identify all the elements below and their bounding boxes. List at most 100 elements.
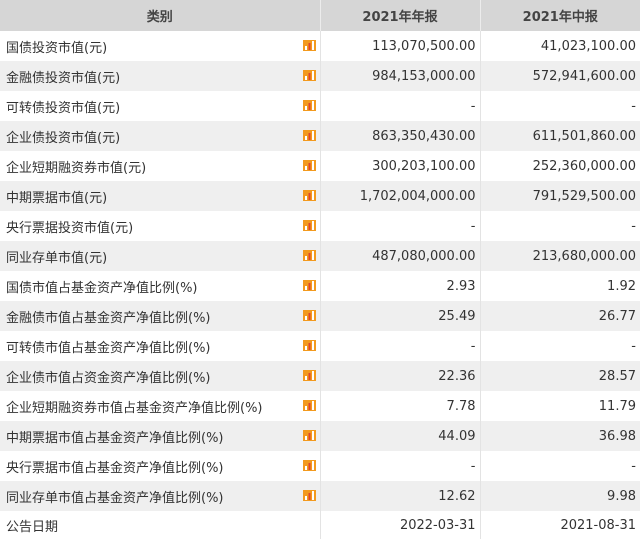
table-row: 企业债市值占资金资产净值比例(%) 22.36 28.57 [0,361,640,391]
row-category-label: 中期票据市值(元) [6,190,108,206]
row-2021-interim-value: - [480,211,640,241]
row-category-label: 同业存单市值(元) [6,250,108,266]
table-row: 同业存单市值占基金资产净值比例(%) 12.62 9.98 [0,481,640,511]
table-row: 企业短期融资券市值(元) 300,203,100.00 252,360,000.00 [0,151,640,181]
bar-chart-icon[interactable] [302,310,316,321]
bar-chart-icon[interactable] [302,430,316,441]
row-2021-annual-value: - [320,331,481,361]
row-category-cell: 中期票据市值占基金资产净值比例(%) [0,421,321,451]
row-category-cell: 央行票据市值占基金资产净值比例(%) [0,451,321,481]
row-2021-annual-value: 863,350,430.00 [320,121,481,151]
header-row: 类别 2021年年报 2021年中报 [0,0,640,31]
bar-chart-icon[interactable] [302,100,316,111]
row-2021-interim-value: 213,680,000.00 [480,241,640,271]
row-2021-interim-value: 611,501,860.00 [480,121,640,151]
row-2021-interim-value: 252,360,000.00 [480,151,640,181]
row-category-cell: 企业债市值占资金资产净值比例(%) [0,361,321,391]
row-category-cell: 国债投资市值(元) [0,31,321,61]
row-2021-annual-value: 22.36 [320,361,481,391]
row-2021-annual-value: 984,153,000.00 [320,61,481,91]
table-row: 同业存单市值(元) 487,080,000.00 213,680,000.00 [0,241,640,271]
row-category-label: 金融债市值占基金资产净值比例(%) [6,310,211,326]
bar-chart-icon[interactable] [302,490,316,501]
row-category-label: 国债投资市值(元) [6,40,108,56]
row-2021-annual-value: 300,203,100.00 [320,151,481,181]
row-category-label: 企业短期融资券市值(元) [6,160,147,176]
bar-chart-icon[interactable] [302,220,316,231]
row-category-label: 可转债市值占基金资产净值比例(%) [6,340,211,356]
row-category-cell: 同业存单市值占基金资产净值比例(%) [0,481,321,511]
row-category-label: 金融债投资市值(元) [6,70,121,86]
bar-chart-icon[interactable] [302,280,316,291]
row-category-label: 央行票据市值占基金资产净值比例(%) [6,460,224,476]
row-2021-annual-value: 2.93 [320,271,481,301]
row-category-cell: 国债市值占基金资产净值比例(%) [0,271,321,301]
row-2021-annual-value: - [320,451,481,481]
table-row: 中期票据市值占基金资产净值比例(%) 44.09 36.98 [0,421,640,451]
row-2021-interim-value: - [480,91,640,121]
bar-chart-icon[interactable] [302,370,316,381]
row-category-cell: 公告日期 [0,511,321,539]
row-2021-annual-value: 1,702,004,000.00 [320,181,481,211]
bar-chart-icon[interactable] [302,40,316,51]
bar-chart-icon[interactable] [302,70,316,81]
table-row: 国债市值占基金资产净值比例(%) 2.93 1.92 [0,271,640,301]
row-2021-interim-value: 11.79 [480,391,640,421]
row-category-label: 国债市值占基金资产净值比例(%) [6,280,198,296]
bar-chart-icon[interactable] [302,130,316,141]
row-category-label: 中期票据市值占基金资产净值比例(%) [6,430,224,446]
row-category-cell: 可转债投资市值(元) [0,91,321,121]
row-category-label: 可转债投资市值(元) [6,100,121,116]
row-2021-annual-value: 44.09 [320,421,481,451]
header-category: 类别 [0,0,321,31]
row-category-label: 央行票据投资市值(元) [6,220,134,236]
row-2021-interim-value: 36.98 [480,421,640,451]
bond-holdings-table: 类别 2021年年报 2021年中报 国债投资市值(元) 113,070,500.… [0,0,640,539]
row-category-label: 企业债市值占资金资产净值比例(%) [6,370,211,386]
table-row: 可转债投资市值(元) - - [0,91,640,121]
row-2021-annual-value: 487,080,000.00 [320,241,481,271]
row-2021-annual-value: 7.78 [320,391,481,421]
bar-chart-icon[interactable] [302,400,316,411]
bar-chart-icon[interactable] [302,340,316,351]
row-2021-interim-value: 28.57 [480,361,640,391]
row-category-cell: 同业存单市值(元) [0,241,321,271]
table-row: 公告日期 2022-03-31 2021-08-31 [0,511,640,539]
bar-chart-icon[interactable] [302,160,316,171]
row-2021-interim-value: 572,941,600.00 [480,61,640,91]
table-header: 类别 2021年年报 2021年中报 [0,0,640,31]
row-2021-annual-value: 2022-03-31 [320,511,481,539]
row-2021-interim-value: 9.98 [480,481,640,511]
row-2021-interim-value: 1.92 [480,271,640,301]
table-row: 央行票据投资市值(元) - - [0,211,640,241]
row-2021-interim-value: 26.77 [480,301,640,331]
table-row: 金融债投资市值(元) 984,153,000.00 572,941,600.00 [0,61,640,91]
bar-chart-icon[interactable] [302,190,316,201]
row-2021-annual-value: - [320,91,481,121]
row-2021-interim-value: 41,023,100.00 [480,31,640,61]
row-category-label: 同业存单市值占基金资产净值比例(%) [6,490,224,506]
row-category-cell: 央行票据投资市值(元) [0,211,321,241]
row-category-label: 公告日期 [6,519,59,535]
bar-chart-icon[interactable] [302,460,316,471]
table-row: 国债投资市值(元) 113,070,500.00 41,023,100.00 [0,31,640,61]
table-row: 中期票据市值(元) 1,702,004,000.00 791,529,500.00 [0,181,640,211]
row-2021-annual-value: 25.49 [320,301,481,331]
row-2021-annual-value: - [320,211,481,241]
row-category-label: 企业债投资市值(元) [6,130,121,146]
row-category-cell: 企业短期融资券市值(元) [0,151,321,181]
row-2021-annual-value: 113,070,500.00 [320,31,481,61]
row-category-label: 企业短期融资券市值占基金资产净值比例(%) [6,400,263,416]
table-row: 可转债市值占基金资产净值比例(%) - - [0,331,640,361]
row-2021-interim-value: 791,529,500.00 [480,181,640,211]
row-2021-interim-value: 2021-08-31 [480,511,640,539]
row-2021-interim-value: - [480,451,640,481]
row-category-cell: 中期票据市值(元) [0,181,321,211]
row-category-cell: 可转债市值占基金资产净值比例(%) [0,331,321,361]
row-category-cell: 企业短期融资券市值占基金资产净值比例(%) [0,391,321,421]
row-2021-annual-value: 12.62 [320,481,481,511]
row-category-cell: 金融债市值占基金资产净值比例(%) [0,301,321,331]
row-category-cell: 企业债投资市值(元) [0,121,321,151]
table-row: 金融债市值占基金资产净值比例(%) 25.49 26.77 [0,301,640,331]
bar-chart-icon[interactable] [302,250,316,261]
